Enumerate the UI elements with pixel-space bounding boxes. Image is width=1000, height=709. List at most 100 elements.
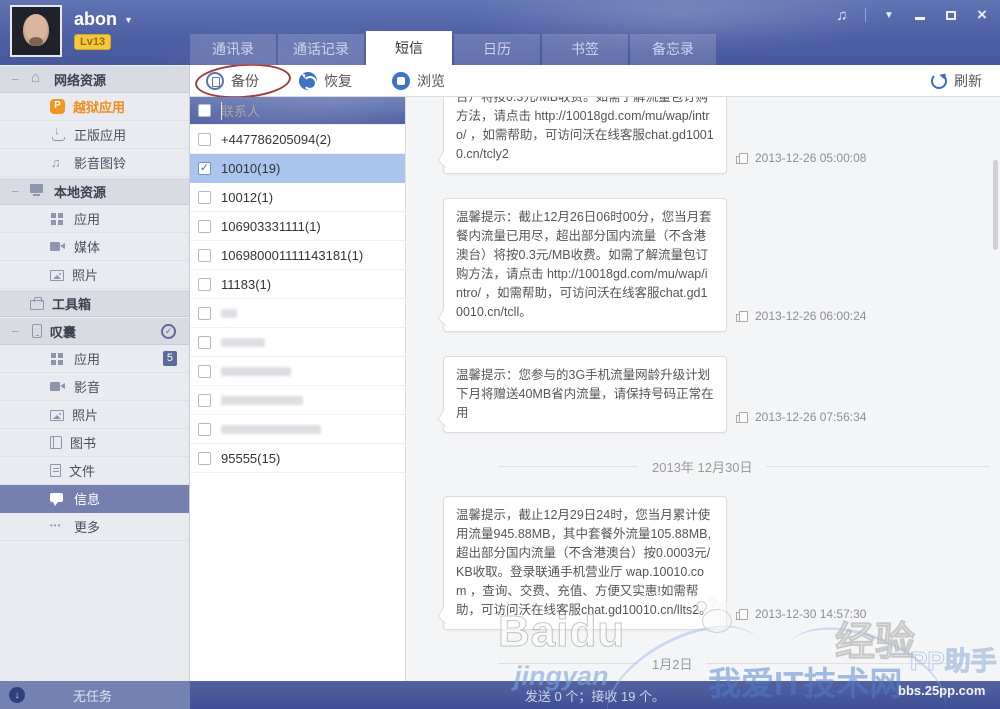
message-scrollbar[interactable] <box>993 160 998 250</box>
message-bubble: 流量11.11MB，超出部分国内流量（不含港澳台）将按0.3元/MB收费。如需了… <box>443 97 727 174</box>
contact-row[interactable]: 95555(15) <box>190 444 405 473</box>
contact-row[interactable]: 11183(1) <box>190 270 405 299</box>
sidebar-item-更多[interactable]: 更多 <box>0 513 189 541</box>
select-all-checkbox[interactable] <box>198 104 211 117</box>
sidebar-item-照片[interactable]: 照片 <box>0 401 189 429</box>
tab-书签[interactable]: 书签 <box>542 34 628 65</box>
contact-label: 106980001111143181(1) <box>221 248 363 263</box>
contact-checkbox[interactable] <box>198 249 211 262</box>
tab-日历[interactable]: 日历 <box>454 34 540 65</box>
count-badge: 5 <box>163 351 177 366</box>
refresh-icon <box>931 73 947 89</box>
photo-icon <box>50 270 64 281</box>
contact-checkbox[interactable] <box>198 394 211 407</box>
maximize-button[interactable] <box>943 7 959 23</box>
contact-checkbox[interactable] <box>198 423 211 436</box>
sidebar-item-信息[interactable]: 信息 <box>0 485 189 513</box>
contact-checkbox[interactable] <box>198 336 211 349</box>
music-icon[interactable]: ♫ <box>834 7 850 23</box>
contact-row-censored[interactable] <box>190 357 405 386</box>
censored-label <box>221 396 303 405</box>
sidebar-item-正版应用[interactable]: 正版应用 <box>0 121 189 149</box>
music-icon <box>50 156 66 170</box>
contact-checkbox[interactable] <box>198 220 211 233</box>
sidebar-item-label: 照片 <box>72 405 98 424</box>
contact-row[interactable]: 10012(1) <box>190 183 405 212</box>
collapse-icon[interactable]: − <box>0 324 30 339</box>
sidebar-item-label: 本地资源 <box>54 182 106 201</box>
censored-label <box>221 309 237 318</box>
close-button[interactable]: × <box>974 7 990 23</box>
sidebar-empty <box>0 541 189 681</box>
sidebar-item-应用[interactable]: 应用 <box>0 205 189 233</box>
contact-label: 95555(15) <box>221 451 280 466</box>
refresh-button[interactable]: 刷新 <box>931 71 982 91</box>
browse-button[interactable]: 浏览 <box>392 71 445 91</box>
contact-row[interactable]: 106903331111(1) <box>190 212 405 241</box>
contact-checkbox[interactable] <box>198 162 211 175</box>
timestamp-text: 2013-12-26 06:00:24 <box>755 309 866 323</box>
sidebar-item-应用[interactable]: 应用 5 <box>0 345 189 373</box>
contact-checkbox[interactable] <box>198 133 211 146</box>
sim-message-icon <box>739 609 748 620</box>
tab-备忘录[interactable]: 备忘录 <box>630 34 716 65</box>
contact-row[interactable]: 106980001111143181(1) <box>190 241 405 270</box>
sidebar-item-文件[interactable]: 文件 <box>0 457 189 485</box>
sidebar-item-越狱应用[interactable]: 越狱应用 <box>0 93 189 121</box>
username-dropdown[interactable]: abon ▼ <box>74 9 133 30</box>
username-text: abon <box>74 9 117 30</box>
tab-通讯录[interactable]: 通讯录 <box>190 34 276 65</box>
contact-checkbox[interactable] <box>198 191 211 204</box>
restore-button[interactable]: 恢复 <box>299 71 352 91</box>
minimize-button[interactable] <box>912 7 928 23</box>
sidebar-item-label: 应用 <box>74 349 100 368</box>
tab-通话记录[interactable]: 通话记录 <box>278 34 364 65</box>
date-divider-label: 2013年 12月30日 <box>652 457 752 476</box>
collapse-icon[interactable]: − <box>0 184 30 199</box>
sidebar-item-本地资源[interactable]: − 本地资源 <box>0 177 189 205</box>
contact-row-censored[interactable] <box>190 386 405 415</box>
sidebar-item-媒体[interactable]: 媒体 <box>0 233 189 261</box>
sidebar: −网络资源越狱应用正版应用影音图铃−本地资源应用媒体照片工具箱−叹囊应用5影音照… <box>0 65 190 681</box>
sidebar-item-工具箱[interactable]: 工具箱 <box>0 289 189 317</box>
collapse-icon[interactable]: − <box>0 72 30 87</box>
sidebar-item-叹囊[interactable]: −叹囊 <box>0 317 189 345</box>
contact-checkbox[interactable] <box>198 452 211 465</box>
sidebar-item-label: 正版应用 <box>74 125 126 144</box>
backup-icon <box>206 72 224 90</box>
contact-label: 10010(19) <box>221 161 280 176</box>
sidebar-item-图书[interactable]: 图书 <box>0 429 189 457</box>
sidebar-item-影音[interactable]: 影音 <box>0 373 189 401</box>
sidebar-item-网络资源[interactable]: −网络资源 <box>0 65 189 93</box>
contact-row-censored[interactable] <box>190 299 405 328</box>
timestamp-text: 2013-12-26 05:00:08 <box>755 151 866 165</box>
divider-line <box>498 663 638 664</box>
user-avatar[interactable] <box>10 5 62 57</box>
task-status: ↓ 无任务 <box>0 681 190 709</box>
message-pane: 流量11.11MB，超出部分国内流量（不含港澳台）将按0.3元/MB收费。如需了… <box>406 97 1000 681</box>
contact-checkbox[interactable] <box>198 307 211 320</box>
censored-label <box>221 367 291 376</box>
conversation-list: 联系人+447786205094(2)10010(19)10012(1)1069… <box>190 97 406 681</box>
contact-row[interactable]: +447786205094(2) <box>190 125 405 154</box>
title-bar: abon ▼ Lv13 ♫ ▼ × 通讯录通话记录短信日历书签备忘录 <box>0 0 1000 65</box>
sidebar-item-影音图铃[interactable]: 影音图铃 <box>0 149 189 177</box>
contact-checkbox[interactable] <box>198 365 211 378</box>
tab-短信[interactable]: 短信 <box>366 31 452 65</box>
download-status-icon[interactable]: ↓ <box>9 687 25 703</box>
message-bubble: 温馨提示，截止12月29日24时，您当月累计使用流量945.88MB，其中套餐外… <box>443 496 727 630</box>
contact-row-censored[interactable] <box>190 415 405 444</box>
sim-message-icon <box>739 153 748 164</box>
sidebar-item-照片[interactable]: 照片 <box>0 261 189 289</box>
browse-label: 浏览 <box>417 71 445 91</box>
message-timestamp: 2013-12-26 06:00:24 <box>739 309 866 323</box>
backup-button[interactable]: 备份 <box>206 71 259 91</box>
contact-row[interactable]: 10010(19) <box>190 154 405 183</box>
censored-label <box>221 425 321 434</box>
message-timestamp: 2013-12-30 14:57:30 <box>739 607 866 621</box>
menu-caret-icon[interactable]: ▼ <box>881 7 897 23</box>
task-status-text: 无任务 <box>73 686 112 705</box>
contact-row-censored[interactable] <box>190 328 405 357</box>
level-badge: Lv13 <box>74 34 111 50</box>
contact-checkbox[interactable] <box>198 278 211 291</box>
